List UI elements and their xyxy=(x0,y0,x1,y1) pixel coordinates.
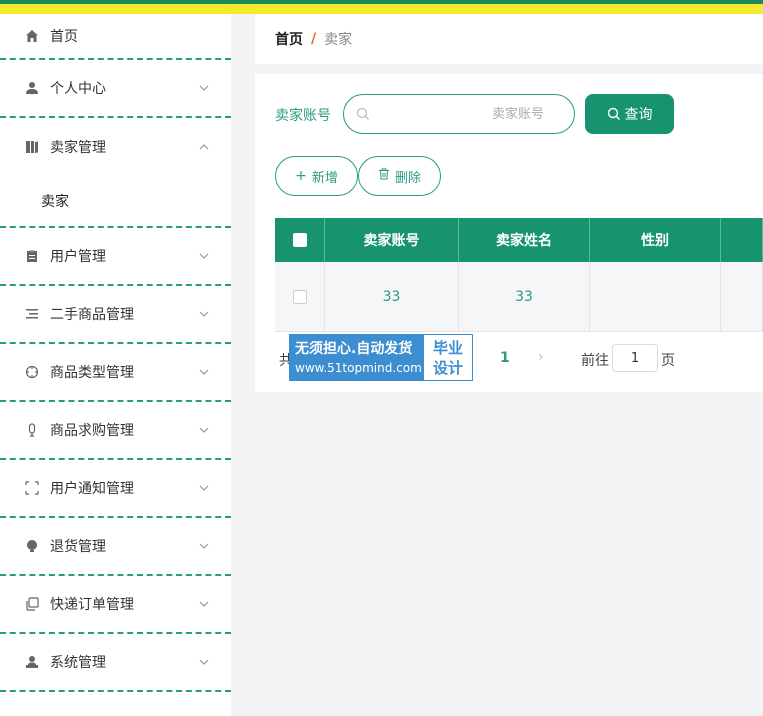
sidebar-item-user-notice-management[interactable]: 用户通知管理 xyxy=(0,460,231,518)
search-input-wrapper[interactable] xyxy=(343,94,575,134)
user-icon xyxy=(24,80,40,96)
sidebar-item-label: 二手商品管理 xyxy=(50,307,134,323)
chevron-up-icon xyxy=(199,144,209,150)
sidebar-item-personal-center[interactable]: 个人中心 xyxy=(0,60,231,118)
delete-button[interactable]: 删除 xyxy=(358,156,441,196)
person-icon xyxy=(24,654,40,670)
sidebar-subitem-seller[interactable]: 卖家 xyxy=(0,176,231,226)
chevron-down-icon xyxy=(199,601,209,607)
sidebar: 首页 个人中心 卖家管理 卖家 用户管理 二手商品管理 商品类型管理 商品求购管… xyxy=(0,14,231,716)
book-icon xyxy=(24,139,40,155)
breadcrumb: 首页 / 卖家 xyxy=(255,14,763,64)
microphone-icon xyxy=(24,422,40,438)
watermark-right-bottom: 设计 xyxy=(432,358,463,377)
list-icon xyxy=(24,306,40,322)
pagination-next-button[interactable]: › xyxy=(538,349,544,365)
search-label: 卖家账号 xyxy=(275,108,331,124)
table-header-gender: 性别 xyxy=(590,218,721,262)
table-header: 卖家账号 卖家姓名 性别 xyxy=(275,218,763,262)
sidebar-item-label: 快递订单管理 xyxy=(50,597,134,613)
watermark-left: 无须担心.自动发货 www.51topmind.com xyxy=(290,335,424,380)
breadcrumb-current: 卖家 xyxy=(324,32,353,48)
delete-button-label: 删除 xyxy=(394,170,421,186)
sidebar-group-seller-management: 卖家管理 卖家 xyxy=(0,118,231,228)
crosshair-icon xyxy=(24,364,40,380)
query-button[interactable]: 查询 xyxy=(585,94,674,134)
search-icon xyxy=(607,107,620,120)
add-button[interactable]: + 新增 xyxy=(275,156,358,196)
frame-icon xyxy=(24,480,40,496)
table-cell-name: 33 xyxy=(459,262,590,331)
chevron-down-icon xyxy=(199,253,209,259)
chevron-down-icon xyxy=(199,85,209,91)
sidebar-item-label: 用户通知管理 xyxy=(50,481,134,497)
search-icon xyxy=(356,107,369,120)
pagination-goto-label: 前往 xyxy=(581,353,609,369)
sidebar-item-label: 系统管理 xyxy=(50,655,106,671)
sidebar-item-seller-management[interactable]: 卖家管理 xyxy=(0,118,231,176)
table-row: 33 33 xyxy=(275,262,763,332)
table-header-select xyxy=(275,218,325,262)
table-header-account: 卖家账号 xyxy=(325,218,459,262)
sidebar-item-label: 个人中心 xyxy=(50,81,106,97)
watermark-right: 毕业 设计 xyxy=(424,335,472,380)
pagination-page-1[interactable]: 1 xyxy=(500,350,510,366)
plus-icon: + xyxy=(295,168,307,184)
chevron-down-icon xyxy=(199,427,209,433)
pagination-goto-input[interactable]: 1 xyxy=(612,344,658,372)
copy-icon xyxy=(24,596,40,612)
chevron-down-icon xyxy=(199,311,209,317)
breadcrumb-separator: / xyxy=(311,31,317,47)
breadcrumb-home[interactable]: 首页 xyxy=(275,29,303,49)
sidebar-item-user-management[interactable]: 用户管理 xyxy=(0,228,231,286)
sidebar-item-home[interactable]: 首页 xyxy=(0,14,231,60)
sidebar-item-label: 首页 xyxy=(50,29,78,45)
table-cell-account: 33 xyxy=(325,262,459,331)
seller-table: 卖家账号 卖家姓名 性别 33 33 xyxy=(275,218,763,332)
table-header-name: 卖家姓名 xyxy=(459,218,590,262)
home-icon xyxy=(24,28,40,44)
sidebar-item-label: 退货管理 xyxy=(50,539,106,555)
sidebar-item-label: 商品求购管理 xyxy=(50,423,134,439)
chevron-down-icon xyxy=(199,485,209,491)
table-cell-extra xyxy=(721,262,763,331)
sidebar-item-secondhand-goods-management[interactable]: 二手商品管理 xyxy=(0,286,231,344)
table-cell-select xyxy=(275,262,325,331)
sidebar-item-system-management[interactable]: 系统管理 xyxy=(0,634,231,692)
sidebar-item-label: 卖家管理 xyxy=(50,140,106,156)
table-header-extra xyxy=(721,218,763,262)
watermark-banner: 无须担心.自动发货 www.51topmind.com 毕业 设计 xyxy=(289,334,473,381)
add-button-label: 新增 xyxy=(311,170,338,186)
table-cell-gender xyxy=(590,262,721,331)
sidebar-item-return-management[interactable]: 退货管理 xyxy=(0,518,231,576)
pagination-page-suffix: 页 xyxy=(661,353,675,369)
row-checkbox[interactable] xyxy=(292,289,307,304)
watermark-url: www.51topmind.com xyxy=(295,360,422,375)
search-input[interactable] xyxy=(344,95,574,133)
sidebar-item-goods-type-management[interactable]: 商品类型管理 xyxy=(0,344,231,402)
bulb-icon xyxy=(24,538,40,554)
watermark-slogan: 无须担心.自动发货 xyxy=(295,340,413,357)
top-banner-yellow xyxy=(0,4,763,14)
trash-icon xyxy=(378,168,390,184)
select-all-checkbox[interactable] xyxy=(292,233,307,247)
watermark-right-top: 毕业 xyxy=(432,338,463,357)
sidebar-item-express-order-management[interactable]: 快递订单管理 xyxy=(0,576,231,634)
clipboard-icon xyxy=(24,248,40,264)
chevron-down-icon xyxy=(199,543,209,549)
sidebar-item-goods-wanted-management[interactable]: 商品求购管理 xyxy=(0,402,231,460)
chevron-down-icon xyxy=(199,659,209,665)
top-banner xyxy=(0,0,763,14)
sidebar-item-label: 用户管理 xyxy=(50,249,106,265)
chevron-down-icon xyxy=(199,369,209,375)
sidebar-item-label: 商品类型管理 xyxy=(50,365,134,381)
query-button-label: 查询 xyxy=(624,107,653,123)
